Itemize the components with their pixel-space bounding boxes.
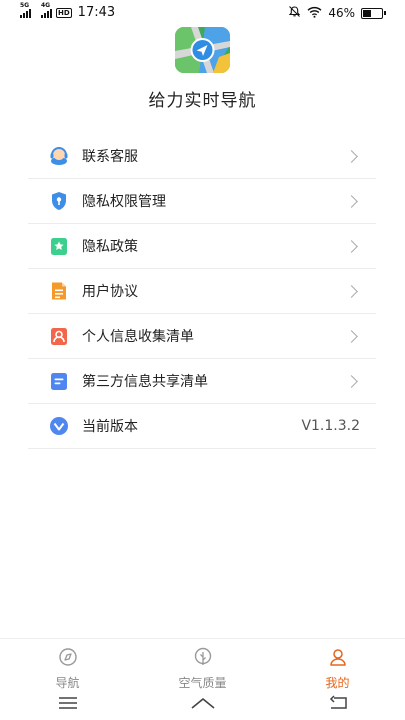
app-title: 给力实时导航 (148, 91, 257, 111)
menu-label: 隐私权限管理 (82, 194, 166, 210)
back-icon[interactable] (318, 689, 358, 717)
menu-label: 个人信息收集清单 (82, 329, 194, 345)
menu-item-user-agreement[interactable]: 用户协议 (28, 269, 376, 314)
navigation-app-logo (175, 27, 230, 73)
status-right: 46% (288, 5, 386, 21)
chevron-right-icon (345, 374, 358, 388)
status-bar: 5G 4G HD 17:43 46% (0, 0, 405, 26)
menu-label: 当前版本 (82, 419, 138, 435)
leaf-icon (193, 647, 213, 671)
wifi-icon (307, 6, 322, 21)
mute-icon (288, 5, 301, 21)
menu-icon[interactable] (48, 689, 88, 717)
status-time: 17:43 (77, 5, 116, 20)
tab-profile[interactable]: 我的 (270, 639, 405, 690)
profile-icon (328, 647, 348, 671)
menu-item-third-party-sharing[interactable]: 第三方信息共享清单 (28, 359, 376, 404)
chevron-right-icon (345, 329, 358, 343)
menu-label: 联系客服 (82, 149, 138, 165)
compass-icon (58, 647, 78, 671)
chevron-right-icon (345, 149, 358, 163)
menu-label: 隐私政策 (82, 239, 138, 255)
policy-star-icon (48, 235, 70, 257)
bottom-tab-bar: 导航 空气质量 我的 (0, 638, 405, 690)
customer-service-icon (48, 145, 70, 167)
menu-item-customer-service[interactable]: 联系客服 (28, 134, 376, 179)
network-type-label: 4G (41, 1, 51, 9)
chevron-right-icon (345, 284, 358, 298)
network-type-label: 5G (20, 1, 30, 9)
menu-label: 第三方信息共享清单 (82, 374, 208, 390)
third-party-list-icon (48, 370, 70, 392)
personal-info-icon (48, 325, 70, 347)
status-left: 5G 4G HD 17:43 (20, 2, 116, 20)
chevron-right-icon (345, 194, 358, 208)
user-agreement-icon (48, 280, 70, 302)
system-nav-bar (0, 686, 405, 720)
menu-item-privacy-policy[interactable]: 隐私政策 (28, 224, 376, 269)
signal-icon: 4G (41, 2, 52, 18)
battery-percent: 46% (328, 6, 355, 20)
hd-icon: HD (56, 7, 72, 18)
menu-item-current-version[interactable]: 当前版本 V1.1.3.2 (28, 404, 376, 449)
tab-air-quality[interactable]: 空气质量 (135, 639, 270, 690)
menu-label: 用户协议 (82, 284, 138, 300)
version-value: V1.1.3.2 (301, 418, 360, 434)
settings-menu: 联系客服 隐私权限管理 隐私政策 用户协议 个人信息收集清单 第三方信息共享清单 (28, 134, 376, 449)
home-icon[interactable] (183, 689, 223, 717)
version-icon (48, 415, 70, 437)
chevron-right-icon (345, 239, 358, 253)
menu-item-privacy-permissions[interactable]: 隐私权限管理 (28, 179, 376, 224)
tab-navigation[interactable]: 导航 (0, 639, 135, 690)
battery-icon (361, 7, 386, 19)
menu-item-personal-info-list[interactable]: 个人信息收集清单 (28, 314, 376, 359)
privacy-shield-icon (48, 190, 70, 212)
signal-icon: 5G (20, 2, 31, 18)
